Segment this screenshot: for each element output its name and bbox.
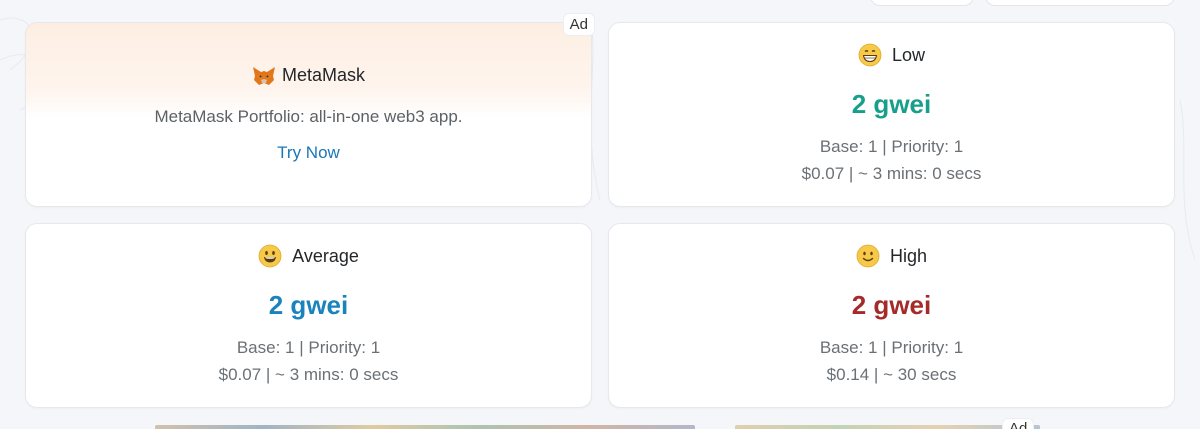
bottom-ad-image-right[interactable]: [735, 425, 1040, 429]
gas-price-high: 2 gwei: [851, 290, 932, 320]
gas-card-high: High 2 gwei Base: 1 | Priority: 1 $0.14 …: [608, 223, 1175, 408]
top-control-right[interactable]: [985, 0, 1175, 6]
tier-header-average: Average: [26, 244, 591, 268]
gas-card-low: Low 2 gwei Base: 1 | Priority: 1 $0.07 |…: [608, 22, 1175, 207]
cost-time-high: $0.14 | ~ 30 secs: [826, 365, 957, 384]
gas-price-average: 2 gwei: [268, 290, 349, 320]
ad-badge: Ad: [562, 13, 595, 36]
metamask-ad-card[interactable]: Ad MetaMask MetaMask Portfolio: all-in-o…: [25, 13, 595, 207]
base-priority-high: Base: 1 | Priority: 1: [819, 338, 964, 357]
bottom-ad-badge: Ad: [1002, 418, 1035, 429]
smiling-face-icon: [258, 244, 282, 268]
tier-label-low: Low: [891, 44, 926, 65]
slightly-smiling-face-icon: [856, 244, 880, 268]
bottom-ad-image[interactable]: [155, 425, 695, 429]
metamask-fox-icon: [252, 66, 275, 85]
tier-label-average: Average: [292, 245, 359, 266]
grinning-face-icon: [858, 43, 882, 67]
ad-brand: MetaMask: [26, 65, 591, 86]
tier-header-high: High: [609, 244, 1174, 268]
base-priority-average: Base: 1 | Priority: 1: [236, 338, 381, 357]
base-priority-low: Base: 1 | Priority: 1: [819, 137, 964, 156]
tier-label-high: High: [889, 245, 928, 266]
ad-description: MetaMask Portfolio: all-in-one web3 app.: [154, 107, 463, 126]
ad-brand-name: MetaMask: [281, 65, 366, 85]
cost-time-average: $0.07 | ~ 3 mins: 0 secs: [218, 365, 399, 384]
top-control-left[interactable]: [870, 0, 974, 6]
gas-price-low: 2 gwei: [851, 89, 932, 119]
gas-card-average: Average 2 gwei Base: 1 | Priority: 1 $0.…: [25, 223, 592, 408]
tier-header-low: Low: [609, 43, 1174, 67]
try-now-link[interactable]: Try Now: [26, 143, 591, 163]
cost-time-low: $0.07 | ~ 3 mins: 0 secs: [801, 164, 982, 183]
